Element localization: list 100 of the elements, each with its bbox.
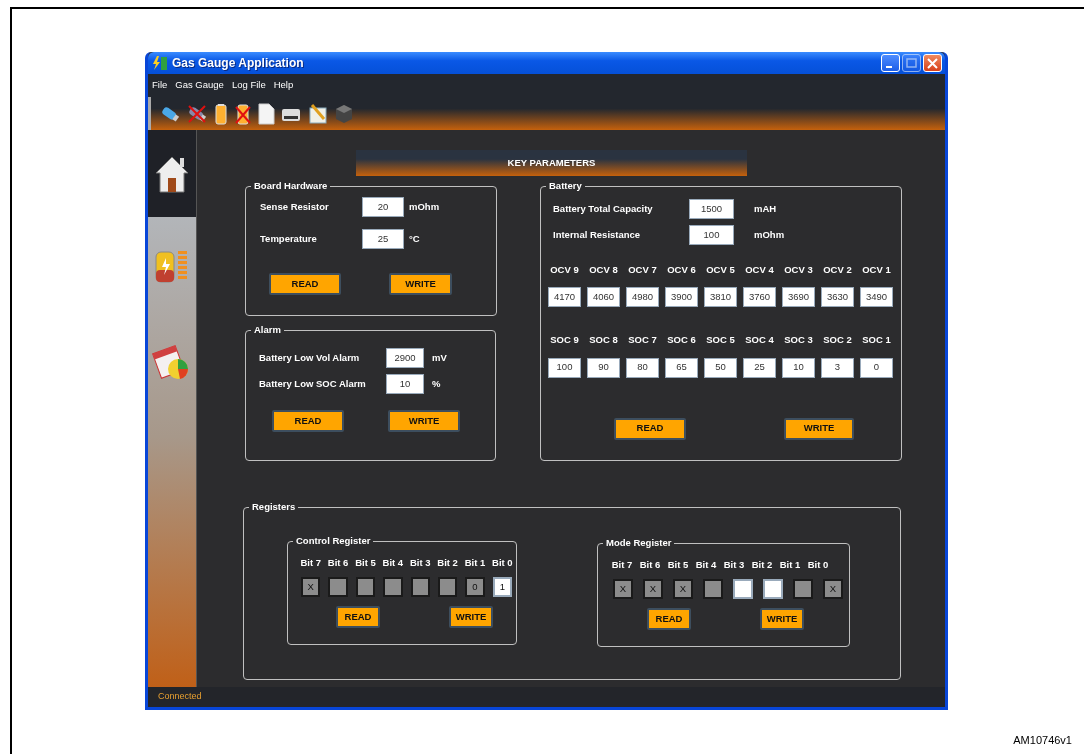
action-button[interactable]: WRITE [389,273,452,295]
action-button[interactable]: WRITE [388,410,460,432]
column-label: OCV 9 [550,263,579,277]
column-label: SOC 4 [745,333,774,348]
action-button[interactable]: READ [647,608,691,631]
input-field[interactable]: 3690 [782,287,815,308]
column-label: SOC 2 [823,333,852,348]
notepad-pencil-icon[interactable] [307,102,329,125]
minimize-icon [886,65,892,68]
action-button[interactable]: WRITE [784,417,854,440]
column-label: OCV 2 [823,263,852,277]
field-label: Temperature [260,231,318,246]
column-label: OCV 4 [745,263,774,277]
maximize-button[interactable] [902,54,921,72]
bit-label: Bit 4 [381,556,405,570]
figure-code: AM10746v1 [1013,733,1072,748]
action-button[interactable]: READ [272,410,344,432]
input-field[interactable]: 2900 [386,348,424,368]
cube-icon[interactable] [334,102,354,125]
bit-label: Bit 3 [722,558,746,572]
maximize-icon [906,58,917,68]
input-field[interactable]: 80 [626,357,659,378]
action-button[interactable]: READ [336,606,380,629]
unit-label: mAH [754,201,777,216]
input-field[interactable]: 4980 [626,287,659,308]
bit-label: Bit 5 [354,556,377,570]
bit-field[interactable]: 1 [492,577,512,598]
bit-label: Bit 7 [610,558,634,572]
section-banner: KEY PARAMETERS [356,150,747,176]
input-field[interactable]: 3900 [665,287,698,308]
column-label: SOC 3 [784,333,813,348]
close-icon [927,57,938,69]
input-field[interactable]: 50 [704,357,737,378]
input-field[interactable]: 4060 [587,287,620,308]
input-field[interactable]: 20 [362,197,404,217]
bit-field[interactable] [733,579,753,600]
input-field[interactable]: 65 [665,357,698,378]
bit-label: Bit 2 [750,558,774,572]
input-field[interactable]: 25 [743,357,776,378]
field-label: Internal Resistance [553,227,642,242]
unit-label: °C [409,231,420,246]
input-field[interactable]: 90 [587,357,620,378]
menu-item[interactable]: Gas Gauge [175,78,224,93]
menu-item[interactable]: File [152,78,168,93]
input-field[interactable]: 10 [782,357,815,378]
battery-icon[interactable] [213,102,229,125]
document-icon[interactable] [257,102,275,125]
bit-label: Bit 6 [326,556,350,570]
column-label: SOC 8 [589,333,618,348]
column-label: SOC 7 [628,333,657,348]
input-field[interactable]: 4170 [548,287,581,308]
group-title: Alarm [251,324,284,336]
action-button[interactable]: READ [269,273,341,295]
sidebar-item[interactable] [148,130,196,217]
bit-label: Bit 5 [666,558,690,572]
input-field[interactable]: 100 [548,357,581,378]
input-field[interactable]: 100 [689,225,734,245]
field-label: Battery Total Capacity [553,201,654,216]
unit-label: mV [432,350,447,365]
column-label: SOC 1 [862,333,891,348]
action-button[interactable]: WRITE [760,608,804,631]
column-label: SOC 6 [667,333,696,348]
bit-field[interactable] [763,579,783,600]
field-label: Sense Resistor [260,199,330,214]
input-field[interactable]: 25 [362,229,404,249]
input-field[interactable]: 3 [821,357,854,378]
action-button[interactable]: WRITE [449,606,493,629]
window-title: Gas Gauge Application [172,55,304,72]
column-label: OCV 5 [706,263,735,277]
bit-label: Bit 0 [806,558,830,572]
menu-item[interactable]: Log File [231,78,266,93]
bit-label: Bit 0 [491,556,514,570]
bit-label: Bit 3 [408,556,432,570]
input-field[interactable]: 3760 [743,287,776,308]
connection-status: Connected [158,690,202,704]
group-title: Registers [249,501,299,513]
group-title: Board Hardware [251,180,331,192]
close-button[interactable] [923,54,942,72]
unit-label: mOhm [754,227,785,242]
minimize-button[interactable] [881,54,900,72]
unit-label: % [432,376,441,391]
column-label: SOC 5 [706,333,735,348]
field-label: Battery Low Vol Alarm [259,350,361,365]
column-label: OCV 8 [589,263,618,277]
group-title: Mode Register [603,537,675,549]
input-field[interactable]: 3630 [821,287,854,308]
menu-item[interactable]: Help [273,78,294,93]
bit-label: Bit 2 [436,556,459,570]
input-field[interactable]: 1500 [689,199,734,219]
input-field[interactable]: 3810 [704,287,737,308]
action-button[interactable]: READ [614,417,686,440]
battery-level-icon [152,55,168,71]
input-field[interactable]: 10 [386,374,424,394]
group-title: Control Register [293,535,374,547]
field-label: Battery Low SOC Alarm [259,376,367,391]
usb-stick-cross-icon[interactable] [186,102,208,125]
bit-label: Bit 1 [778,558,802,572]
battery-cross-icon[interactable] [234,102,252,125]
input-field[interactable]: 0 [860,357,893,378]
input-field[interactable]: 3490 [860,287,893,308]
